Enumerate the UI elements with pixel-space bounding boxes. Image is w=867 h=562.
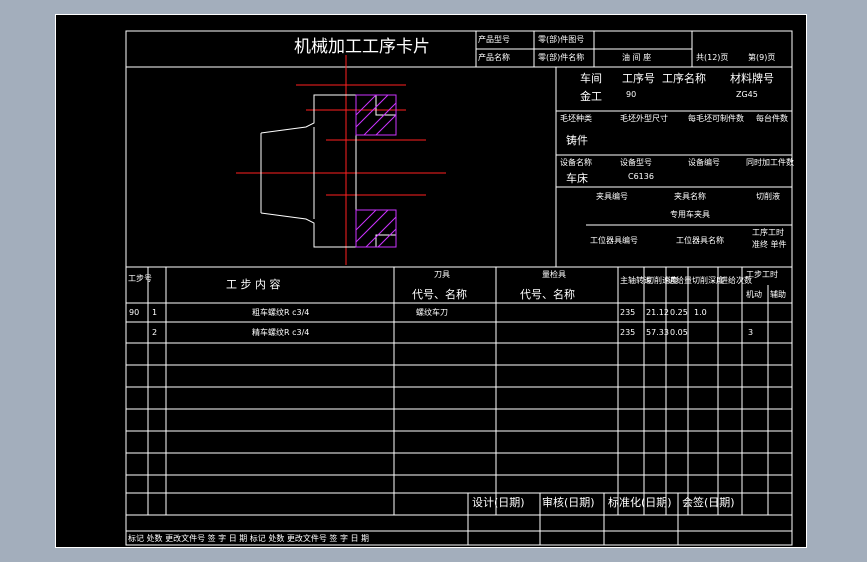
row-1-spindle: 235 xyxy=(620,308,636,317)
col-gauge-sub: 代号、名称 xyxy=(520,288,575,301)
sheet-count: 共(12)页 xyxy=(696,53,729,62)
operation-no-label: 工序号 xyxy=(622,72,655,85)
row-1-cutter: 螺纹车刀 xyxy=(416,308,448,317)
part-drawing-no-label: 零(部)件图号 xyxy=(538,35,585,44)
col-gauge: 量检具 xyxy=(542,270,566,279)
simultaneous-label: 同时加工件数 xyxy=(746,158,794,167)
fixture-name-label: 夹具名称 xyxy=(674,192,706,201)
part-drawing xyxy=(236,55,446,265)
col-machine: 机动 xyxy=(746,290,762,299)
station-tool-name-label: 工位器具名称 xyxy=(676,236,724,245)
time-sub: 准终 单件 xyxy=(752,240,787,249)
row-2-passes: 3 xyxy=(748,328,754,337)
col-feed: 进给量 xyxy=(668,276,692,285)
fixture-name-value: 专用车夹具 xyxy=(670,210,710,219)
row-2-step: 2 xyxy=(152,328,158,337)
col-aux: 辅助 xyxy=(770,290,786,299)
sheet-no: 第(9)页 xyxy=(748,53,776,62)
part-name-label: 零(部)件名称 xyxy=(538,53,585,62)
workshop-label: 车间 xyxy=(580,72,602,85)
equipment-model-value: C6136 xyxy=(628,172,654,181)
blank-type-label: 毛坯种类 xyxy=(560,114,592,123)
row-2-feed: 0.05 xyxy=(670,328,688,337)
station-tool-no-label: 工位器具编号 xyxy=(590,236,638,245)
drawing-sheet: 机械加工工序卡片 产品型号 零(部)件图号 产品名称 零(部)件名称 油 间 座… xyxy=(55,14,807,548)
col-cutter: 刀具 xyxy=(434,270,450,279)
time-label: 工序工时 xyxy=(752,228,784,237)
equipment-name-value: 车床 xyxy=(566,172,588,185)
equipment-name-label: 设备名称 xyxy=(560,158,592,167)
col-cutter-sub: 代号、名称 xyxy=(412,288,467,301)
coolant-label: 切削液 xyxy=(756,192,780,201)
row-2-speed: 57.33 xyxy=(646,328,669,337)
material-value: ZG45 xyxy=(736,90,758,99)
operation-no-value: 90 xyxy=(626,90,637,99)
blank-type-value: 铸件 xyxy=(566,134,588,147)
row-1-op: 90 xyxy=(129,308,140,317)
row-2-spindle: 235 xyxy=(620,328,636,337)
col-step-time: 工步工时 xyxy=(746,270,778,279)
footer-sign: 会签(日期) xyxy=(682,496,735,509)
row-1-step: 1 xyxy=(152,308,158,317)
card-title: 机械加工工序卡片 xyxy=(294,37,430,57)
row-1-feed: 0.25 xyxy=(670,308,688,317)
row-1-speed: 21.12 xyxy=(646,308,669,317)
row-1-depth: 1.0 xyxy=(694,308,707,317)
equipment-model-label: 设备型号 xyxy=(620,158,652,167)
part-name-value: 油 间 座 xyxy=(622,53,652,62)
blanks-per-label: 每毛坯可制件数 xyxy=(688,114,744,123)
product-model-label: 产品型号 xyxy=(478,35,510,44)
blank-size-label: 毛坯外型尺寸 xyxy=(620,114,668,123)
operation-name-label: 工序名称 xyxy=(662,72,706,85)
equipment-no-label: 设备编号 xyxy=(688,158,720,167)
material-label: 材料牌号 xyxy=(730,72,774,85)
footer-revision-row: 标记 处数 更改文件号 签 字 日 期 标记 处数 更改文件号 签 字 日 期 xyxy=(128,534,370,543)
workshop-value: 金工 xyxy=(580,90,602,103)
col-op-no: 工步号 xyxy=(128,274,152,283)
row-2-content: 精车螺纹R c3/4 xyxy=(252,328,310,337)
fixture-no-label: 夹具编号 xyxy=(596,192,628,201)
footer-review: 审核(日期) xyxy=(542,496,595,509)
footer-standard: 标准化(日期) xyxy=(608,496,672,509)
col-content: 工 步 内 容 xyxy=(226,278,281,291)
row-1-content: 粗车螺纹R c3/4 xyxy=(252,308,310,317)
product-name-label: 产品名称 xyxy=(478,53,510,62)
per-machine-label: 每台件数 xyxy=(756,114,788,123)
footer-design: 设计(日期) xyxy=(472,496,525,509)
